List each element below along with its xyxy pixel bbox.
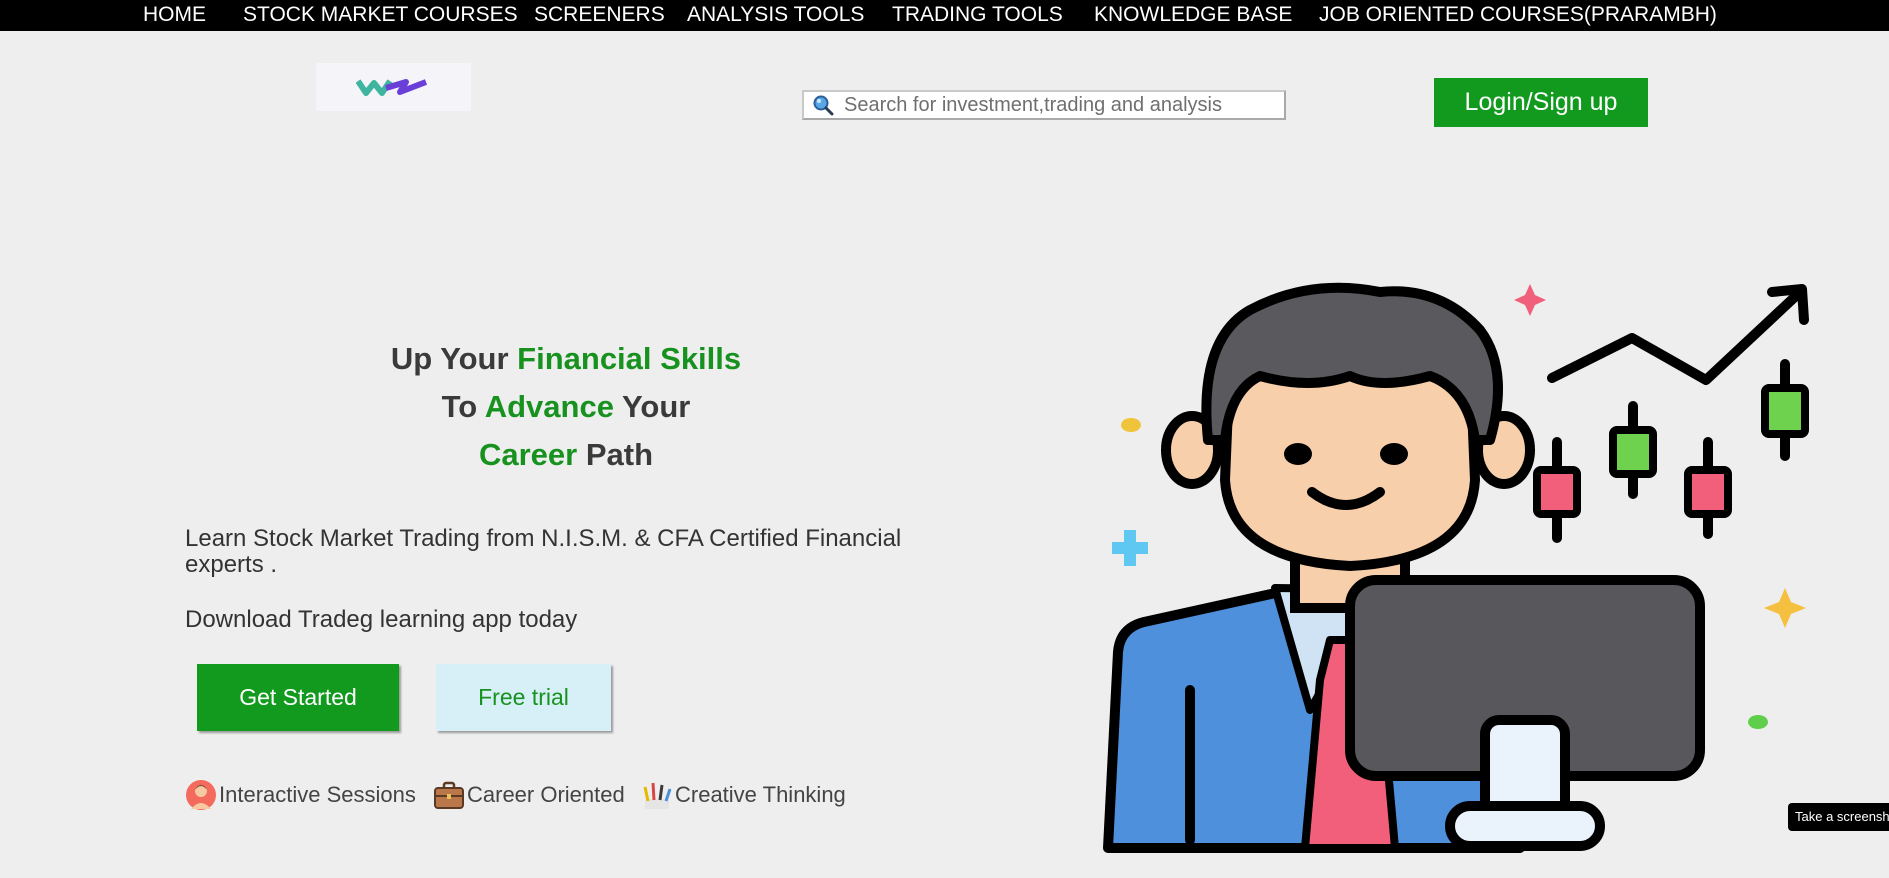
candlestick-icon: [1609, 401, 1657, 499]
briefcase-icon: [434, 781, 464, 809]
search-input[interactable]: [844, 92, 1274, 118]
trader-illustration: [1103, 282, 1809, 853]
nav-home[interactable]: HOME: [143, 2, 206, 28]
feature-label: Interactive Sessions: [219, 782, 416, 807]
hero-headline: Up Your Financial Skills To Advance Your…: [390, 341, 742, 472]
site-logo[interactable]: [316, 63, 471, 111]
dot-icon: [1748, 715, 1768, 729]
feature-label: Career Oriented: [467, 782, 625, 807]
nav-knowledge-base[interactable]: KNOWLEDGE BASE: [1094, 2, 1292, 28]
candlestick-icon: [1761, 359, 1809, 461]
logo-mark-icon: [356, 79, 428, 96]
login-signup-button[interactable]: Login/Sign up: [1434, 78, 1648, 127]
sparkle-icon: [1764, 588, 1806, 628]
nav-analysis-tools[interactable]: ANALYSIS TOOLS: [687, 2, 864, 28]
candlestick-icon: [1684, 437, 1732, 539]
nav-stock-market-courses[interactable]: STOCK MARKET COURSES: [243, 2, 518, 28]
feature-interactive-sessions: Interactive Sessions: [185, 778, 416, 812]
nav-screeners[interactable]: SCREENERS: [534, 2, 665, 28]
hero-description: Learn Stock Market Trading from N.I.S.M.…: [185, 525, 902, 578]
plus-icon: [1112, 530, 1148, 566]
presenter-icon: [186, 780, 216, 810]
screenshot-tooltip: Take a screenshot: [1788, 803, 1889, 831]
feature-career-oriented: Career Oriented: [433, 778, 625, 812]
nav-trading-tools[interactable]: TRADING TOOLS: [892, 2, 1063, 28]
top-navigation: HOME STOCK MARKET COURSES SCREENERS ANAL…: [0, 0, 1889, 31]
feature-creative-thinking: Creative Thinking: [641, 778, 846, 812]
nav-job-oriented-courses[interactable]: JOB ORIENTED COURSES(PRARAMBH): [1319, 2, 1717, 28]
sparkle-icon: [1514, 284, 1546, 316]
candlestick-icon: [1533, 437, 1581, 543]
get-started-button[interactable]: Get Started: [197, 664, 399, 731]
dot-icon: [1121, 418, 1141, 432]
trend-arrow-icon: [1547, 289, 1803, 385]
free-trial-button[interactable]: Free trial: [436, 664, 611, 731]
search-icon: [813, 95, 834, 116]
feature-label: Creative Thinking: [675, 782, 846, 807]
download-app-text: Download Tradeg learning app today: [185, 606, 578, 633]
search-box: [802, 90, 1286, 120]
paint-brushes-icon: [643, 782, 672, 809]
